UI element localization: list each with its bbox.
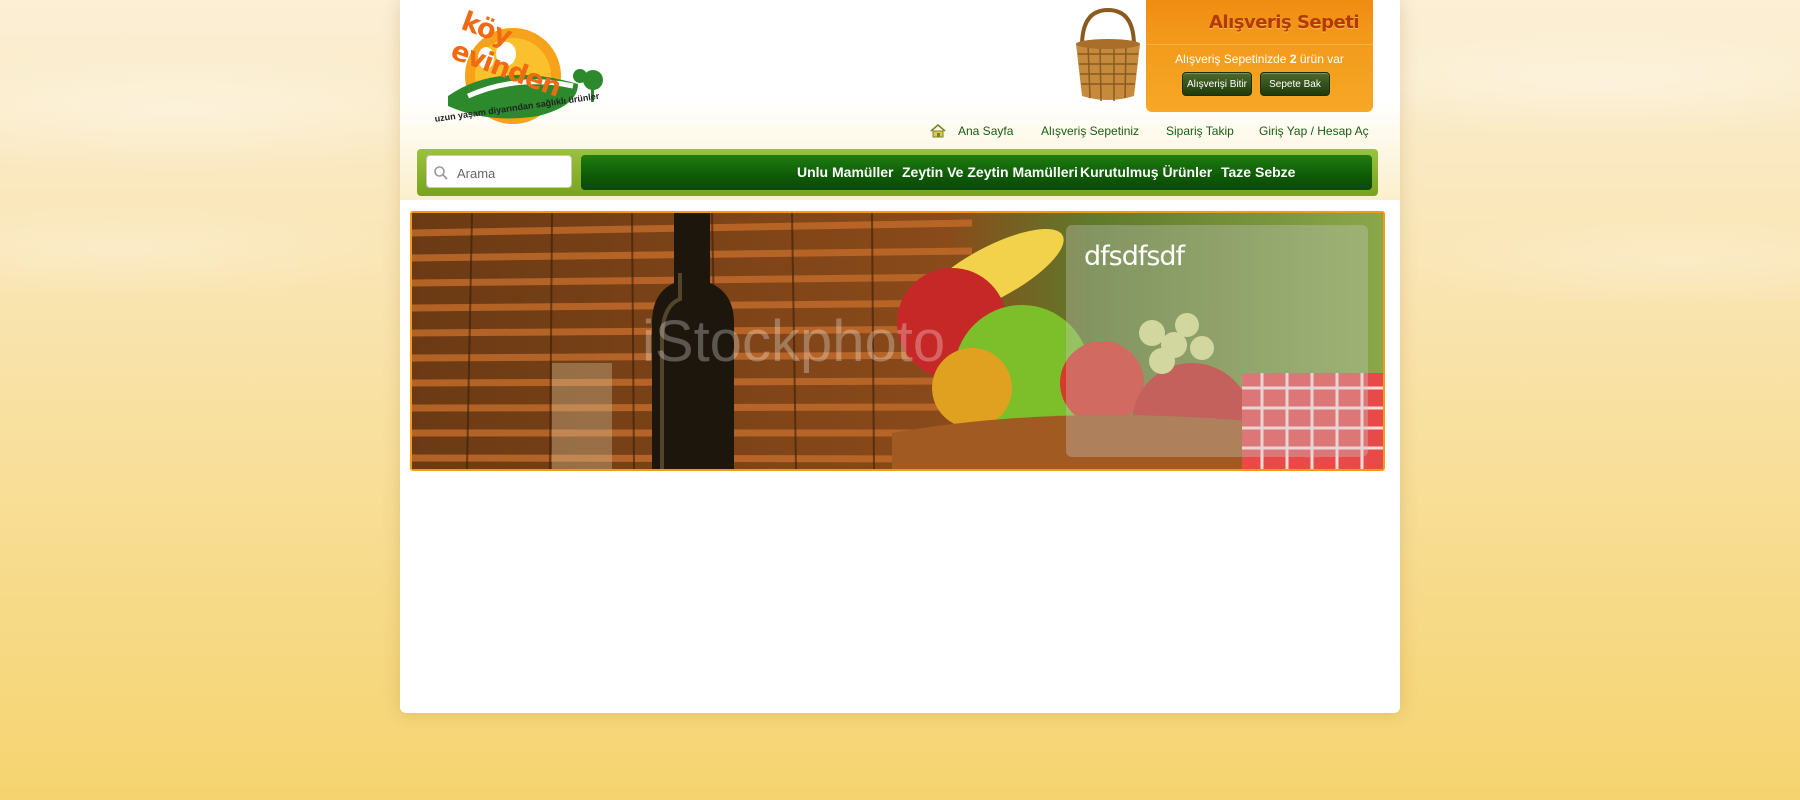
search-input[interactable] [455,162,569,184]
menu-item-taze-sebze[interactable]: Taze Sebze [1221,164,1295,180]
menu-item-unlu-mamuller[interactable]: Unlu Mamüller [797,164,893,180]
header: köy evinden uzun yaşam diyarından sağlık… [400,0,1400,200]
hero-banner[interactable]: iStockphoto dfsdfsdf [410,211,1385,471]
link-login[interactable]: Giriş Yap / Hesap Aç [1259,124,1369,138]
link-order-tracking[interactable]: Sipariş Takip [1166,124,1234,138]
cart-divider [1146,44,1373,45]
link-cart[interactable]: Alışveriş Sepetiniz [1041,124,1139,138]
link-home[interactable]: Ana Sayfa [958,124,1013,138]
page-container: köy evinden uzun yaşam diyarından sağlık… [400,0,1400,713]
cart-info: Alışveriş Sepetinizde 2 ürün var [1146,52,1373,66]
basket-icon [1068,4,1148,104]
finish-shopping-button[interactable]: Alışverişi Bitir [1182,72,1252,96]
banner-caption-title: dfsdfsdf [1084,241,1185,272]
view-cart-button[interactable]: Sepete Bak [1260,72,1330,96]
menu-item-zeytin[interactable]: Zeytin Ve Zeytin Mamülleri [902,164,1078,180]
cart-summary: Alışveriş Sepeti Alışveriş Sepetinizde 2… [1146,0,1373,112]
banner-caption: dfsdfsdf [1066,225,1368,457]
home-icon [930,123,946,138]
search-box [426,155,572,188]
cart-info-suffix: ürün var [1299,52,1344,66]
main-menu: Unlu Mamüller Zeytin Ve Zeytin Mamülleri… [581,155,1372,190]
cart-count: 2 [1289,52,1297,66]
cart-info-prefix: Alışveriş Sepetinizde [1175,52,1287,66]
search-icon[interactable] [433,165,449,181]
menu-item-kurutulmus[interactable]: Kurutulmuş Ürünler [1080,164,1212,180]
banner-watermark: iStockphoto [642,309,945,374]
nav-bar: Unlu Mamüller Zeytin Ve Zeytin Mamülleri… [417,149,1378,196]
site-logo[interactable]: köy evinden uzun yaşam diyarından sağlık… [428,6,628,136]
cart-title: Alışveriş Sepeti [1209,12,1360,33]
